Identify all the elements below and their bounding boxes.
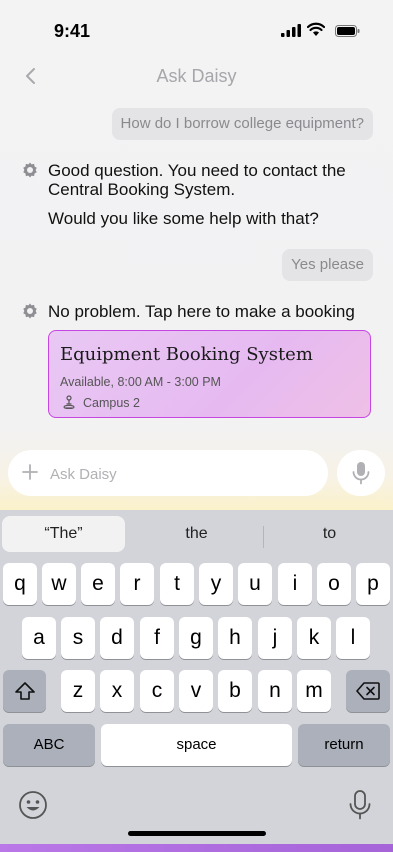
delete-key[interactable] (346, 670, 390, 712)
mic-icon (352, 462, 370, 485)
person-pin-icon (63, 395, 75, 409)
key-u[interactable]: u (238, 563, 272, 605)
status-bar: 9:41 (0, 0, 393, 60)
key-c[interactable]: c (140, 670, 174, 712)
bot-message-followup: Would you like some help with that? (48, 209, 319, 228)
key-g[interactable]: g (179, 617, 213, 659)
message-input-container[interactable] (8, 450, 328, 496)
key-p[interactable]: p (356, 563, 390, 605)
key-j[interactable]: j (258, 617, 292, 659)
user-message: How do I borrow college equipment? (111, 108, 373, 140)
key-n[interactable]: n (258, 670, 292, 712)
key-e[interactable]: e (81, 563, 115, 605)
gear-icon (23, 303, 37, 319)
emoji-icon[interactable] (18, 790, 48, 820)
card-availability: Available, 8:00 AM - 3:00 PM (60, 375, 221, 389)
key-m[interactable]: m (297, 670, 331, 712)
key-q[interactable]: q (3, 563, 37, 605)
voice-input-button[interactable] (337, 450, 385, 496)
card-title: Equipment Booking System (60, 344, 313, 365)
suggestion-divider (263, 526, 264, 548)
status-time: 9:41 (54, 21, 91, 41)
bottom-accent-strip (0, 844, 393, 852)
plus-icon[interactable] (20, 462, 40, 482)
booking-card[interactable]: Equipment Booking System Available, 8:00… (48, 330, 371, 418)
key-t[interactable]: t (160, 563, 194, 605)
dictation-icon[interactable] (348, 790, 372, 820)
message-input[interactable] (48, 460, 312, 488)
home-indicator (128, 831, 266, 836)
shift-icon (14, 682, 35, 700)
key-i[interactable]: i (278, 563, 312, 605)
suggestion-2[interactable]: the (131, 516, 262, 552)
key-f[interactable]: f (140, 617, 174, 659)
key-y[interactable]: y (199, 563, 233, 605)
key-s[interactable]: s (61, 617, 95, 659)
signal-icon (281, 24, 301, 37)
key-w[interactable]: w (42, 563, 76, 605)
key-b[interactable]: b (218, 670, 252, 712)
gear-icon (23, 162, 37, 178)
key-k[interactable]: k (297, 617, 331, 659)
shift-key[interactable] (3, 670, 46, 712)
key-l[interactable]: l (336, 617, 370, 659)
key-v[interactable]: v (179, 670, 213, 712)
bot-message: Good question. You need to contact the C… (48, 161, 346, 199)
user-message: Yes please (282, 249, 373, 281)
battery-icon (335, 25, 360, 37)
page-title: Ask Daisy (156, 66, 237, 86)
wifi-icon (307, 22, 325, 36)
suggestion-3[interactable]: to (266, 516, 393, 552)
key-h[interactable]: h (218, 617, 252, 659)
suggestion-1[interactable]: “The” (2, 516, 125, 552)
card-location: Campus 2 (83, 396, 140, 410)
key-r[interactable]: r (120, 563, 154, 605)
key-d[interactable]: d (100, 617, 134, 659)
delete-icon (356, 682, 380, 700)
abc-key[interactable]: ABC (3, 724, 95, 766)
space-key[interactable]: space (101, 724, 292, 766)
key-a[interactable]: a (22, 617, 56, 659)
key-o[interactable]: o (317, 563, 351, 605)
bot-message: No problem. Tap here to make a booking (48, 302, 355, 321)
keyboard: “The” the to q w e r t y u i o p a s d f… (0, 510, 393, 852)
key-x[interactable]: x (100, 670, 134, 712)
return-key[interactable]: return (298, 724, 390, 766)
key-z[interactable]: z (61, 670, 95, 712)
